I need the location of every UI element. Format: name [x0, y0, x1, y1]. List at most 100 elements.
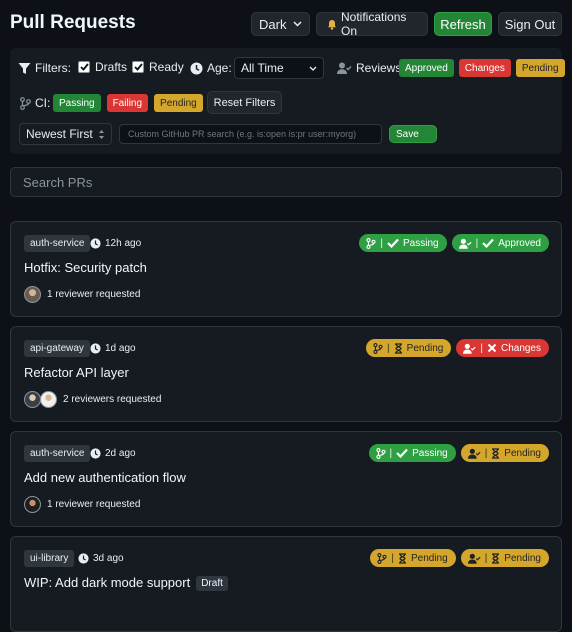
- ci-status-badge: | Pending: [366, 339, 452, 357]
- reviews-label: Reviews:: [356, 61, 405, 75]
- review-chip-approved[interactable]: Approved: [399, 59, 454, 77]
- reviewers: 2 reviewers requested: [24, 391, 161, 408]
- ci-status-badge: | Pending: [370, 549, 456, 567]
- reviewers-text: 1 reviewer requested: [47, 289, 141, 300]
- filters-label: Filters:: [35, 61, 71, 75]
- user-check-icon: [467, 448, 481, 459]
- reviewers-text: 2 reviewers requested: [63, 394, 162, 405]
- ready-filter[interactable]: Ready: [132, 60, 184, 74]
- ci-chip-passing[interactable]: Passing: [53, 94, 101, 112]
- sign-out-button[interactable]: Sign Out: [498, 12, 562, 36]
- pr-age-text: 3d ago: [93, 553, 124, 564]
- review-status-text: Pending: [504, 447, 541, 459]
- hourglass-icon: [492, 552, 500, 564]
- check-icon: [482, 238, 494, 248]
- pr-age-text: 12h ago: [105, 238, 142, 249]
- age-select[interactable]: All Time: [234, 57, 324, 79]
- pr-age: 1d ago: [90, 340, 136, 357]
- age-select-value: All Time: [241, 61, 284, 75]
- ready-checkbox[interactable]: [132, 61, 144, 73]
- review-status-badge: | Changes: [456, 339, 549, 357]
- pr-title[interactable]: Add new authentication flow: [24, 470, 186, 485]
- save-search-button[interactable]: Save: [389, 125, 437, 143]
- refresh-button[interactable]: Refresh: [434, 12, 492, 36]
- bell-icon: [327, 19, 337, 30]
- hourglass-icon: [398, 552, 406, 564]
- review-status-text: Changes: [500, 342, 541, 354]
- ci-status-badge: | Passing: [359, 234, 447, 252]
- ci-chip-failing[interactable]: Failing: [106, 94, 149, 112]
- clock-icon: [78, 553, 89, 564]
- sort-select-value: Newest First: [26, 127, 93, 141]
- drafts-checkbox[interactable]: [78, 61, 90, 73]
- search-input[interactable]: Search PRs: [10, 167, 562, 197]
- pr-card[interactable]: auth-service 12h ago | Passing | Approve…: [10, 221, 562, 317]
- review-status-badge: | Pending: [460, 444, 549, 462]
- pr-age-text: 2d ago: [105, 448, 136, 459]
- git-branch-icon: [377, 552, 387, 564]
- avatar: [40, 391, 57, 408]
- filters-panel: Filters: Drafts Ready Age: All Time Revi…: [10, 48, 565, 154]
- git-branch-icon: [373, 342, 383, 354]
- age-label: Age:: [207, 61, 232, 75]
- user-check-icon: [337, 62, 352, 74]
- repo-tag[interactable]: auth-service: [24, 235, 91, 252]
- pr-card[interactable]: auth-service 2d ago | Passing | Pending …: [10, 431, 562, 527]
- review-status-badge: | Pending: [460, 549, 549, 567]
- custom-search-input[interactable]: Custom GitHub PR search (e.g. is:open is…: [119, 124, 382, 144]
- clock-icon: [90, 238, 101, 249]
- ci-status-text: Pending: [406, 342, 444, 354]
- avatar: [24, 496, 41, 513]
- pr-card[interactable]: ui-library 3d ago | Pending | Pending WI…: [10, 536, 562, 632]
- pr-title[interactable]: WIP: Add dark mode support Draft: [24, 575, 228, 592]
- ci-chip-pending[interactable]: Pending: [154, 94, 203, 112]
- reviewers-text: 1 reviewer requested: [47, 499, 141, 510]
- review-status-text: Pending: [504, 552, 541, 564]
- drafts-filter[interactable]: Drafts: [78, 60, 127, 74]
- avatar: [24, 391, 41, 408]
- user-check-icon: [463, 343, 476, 354]
- reviewers: 1 reviewer requested: [24, 496, 140, 513]
- page-title: Pull Requests: [10, 12, 136, 33]
- pr-age: 12h ago: [90, 235, 141, 252]
- repo-tag[interactable]: api-gateway: [24, 340, 90, 357]
- reviewers: 1 reviewer requested: [24, 286, 140, 303]
- git-branch-icon: [20, 96, 31, 110]
- notifications-button[interactable]: Notifications On: [316, 10, 428, 38]
- theme-select-value: Dark: [259, 16, 287, 32]
- hourglass-icon: [492, 447, 500, 459]
- clock-icon: [90, 448, 101, 459]
- draft-badge: Draft: [196, 576, 228, 592]
- theme-select[interactable]: Dark: [251, 12, 310, 36]
- notifications-label: Notifications On: [341, 10, 407, 38]
- ci-status-text: Pending: [410, 552, 448, 564]
- review-status-badge: | Approved: [451, 234, 549, 252]
- pr-title-text: WIP: Add dark mode support: [24, 575, 191, 590]
- repo-tag[interactable]: ui-library: [24, 550, 75, 567]
- ready-label: Ready: [149, 60, 184, 74]
- pr-title[interactable]: Refactor API layer: [24, 365, 129, 380]
- x-icon: [487, 343, 497, 353]
- git-branch-icon: [375, 447, 386, 459]
- chevron-down-icon: [309, 66, 317, 71]
- ci-status-text: Passing: [403, 237, 439, 249]
- pr-age-text: 1d ago: [105, 343, 136, 354]
- sort-arrows-icon: [98, 129, 105, 140]
- reset-filters-button[interactable]: Reset Filters: [207, 91, 282, 114]
- clock-icon: [190, 62, 203, 75]
- check-icon: [396, 448, 408, 458]
- review-chip-changes[interactable]: Changes: [458, 59, 511, 77]
- pr-card[interactable]: api-gateway 1d ago | Pending | Changes R…: [10, 326, 562, 422]
- filter-icon: [18, 62, 31, 75]
- hourglass-icon: [394, 342, 402, 354]
- pr-age: 2d ago: [90, 445, 136, 462]
- pr-title[interactable]: Hotfix: Security patch: [24, 260, 147, 275]
- pr-age: 3d ago: [78, 550, 124, 567]
- repo-tag[interactable]: auth-service: [24, 445, 91, 462]
- sort-select[interactable]: Newest First: [19, 123, 112, 145]
- chevron-down-icon: [293, 21, 302, 27]
- review-chip-pending[interactable]: Pending: [515, 59, 565, 77]
- user-check-icon: [467, 553, 481, 564]
- ci-label: CI:: [35, 96, 51, 110]
- ci-status-text: Passing: [412, 447, 448, 459]
